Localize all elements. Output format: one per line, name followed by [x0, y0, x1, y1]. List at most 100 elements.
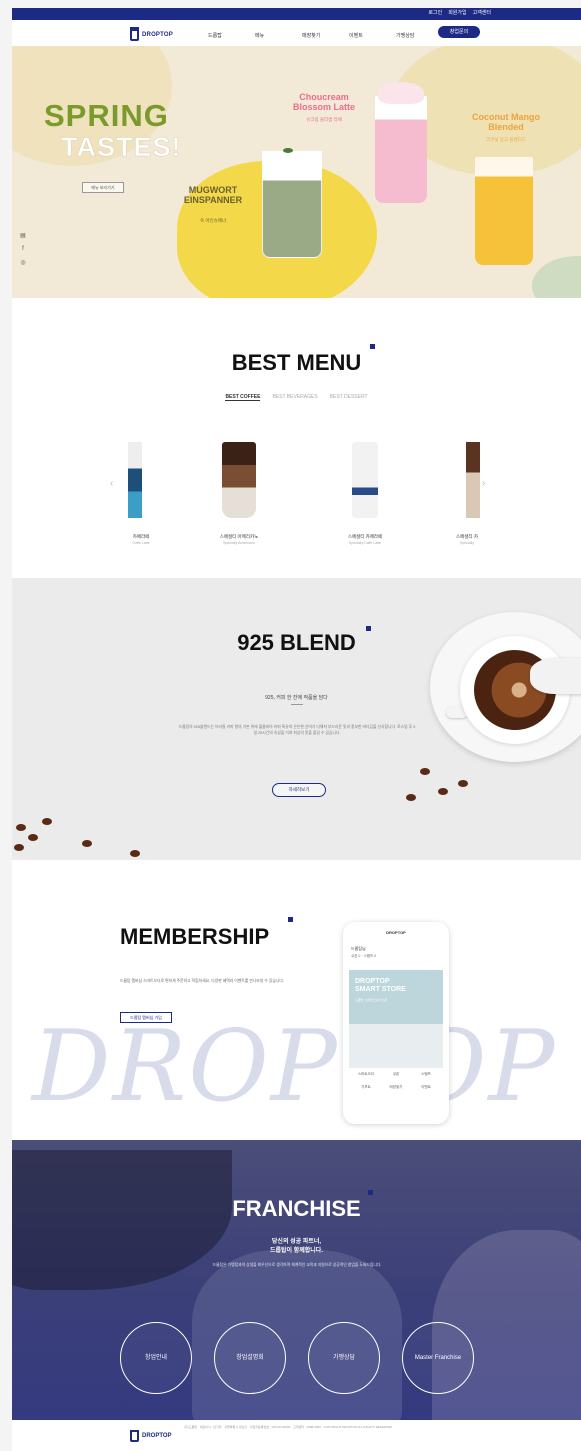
- master-franchise-button[interactable]: Master Franchise: [402, 1322, 474, 1394]
- title-dot: [366, 626, 371, 631]
- membership-description: 드롭탑 멤버십 스마트오더로 편하게 주문하고 적립하세요. 다양한 혜택과 이…: [120, 979, 284, 983]
- coffee-bean: [130, 850, 140, 857]
- title-dot: [288, 917, 293, 922]
- product-name: 스페셜티 카페라떼: [347, 534, 383, 539]
- cup-icon: [130, 27, 139, 41]
- membership-join-button[interactable]: 드롭탑 멤버십 가입: [120, 1012, 172, 1023]
- drink-name-mugwort: MUGWORT EINSPANNER: [183, 185, 243, 205]
- social-links: ▤ f ◎: [20, 232, 26, 266]
- logo[interactable]: DROPTOP: [130, 27, 173, 41]
- product-image: [128, 442, 142, 518]
- app-banner-subtitle: 드롭탑 스마트스토어 오픈: [355, 998, 388, 1002]
- product-card[interactable]: 스페셜티 카 Specialty: [432, 436, 502, 556]
- coffee-bean: [458, 780, 468, 787]
- franchise-subtitle-line1: 당신의 성공 파트너,: [271, 1239, 322, 1245]
- app-header: DROPTOP: [386, 930, 406, 935]
- utility-links: 로그인 회원가입 고객센터: [428, 10, 491, 17]
- coffee-bean: [82, 840, 92, 847]
- franchise-inquiry-button[interactable]: 창업문의: [438, 26, 480, 38]
- site-frame: 로그인 회원가입 고객센터 DROPTOP 드롭탑 메뉴 매장찾기 이벤트 가맹…: [12, 8, 581, 1451]
- drink-name-choucream: Choucream Blossom Latte: [292, 92, 355, 112]
- product-name-en: Specialty: [459, 541, 475, 545]
- app-menu-item: 스마트오더: [357, 1072, 375, 1076]
- nav-item-event[interactable]: 이벤트: [349, 32, 396, 39]
- blend-subtitle: 925, 커피 한 잔에 작품을 담다: [265, 695, 328, 701]
- product-image: [352, 442, 378, 518]
- coffee-bean: [438, 788, 448, 795]
- coffee-bean: [42, 818, 52, 825]
- customer-center-link[interactable]: 고객센터: [473, 10, 491, 17]
- droptop-script-watermark: DROPTOP: [32, 1010, 557, 1124]
- product-image: [466, 442, 480, 518]
- page: 로그인 회원가입 고객센터 DROPTOP 드롭탑 메뉴 매장찾기 이벤트 가맹…: [0, 0, 581, 1451]
- login-link[interactable]: 로그인: [428, 10, 442, 17]
- franchise-links: 창업안내 창업설명회 가맹상담 Master Franchise: [120, 1322, 474, 1394]
- app-banner: DROPTOP SMART STORE 드롭탑 스마트스토어 오픈: [349, 970, 443, 1068]
- utility-bar: 로그인 회원가입 고객센터: [12, 8, 581, 20]
- blend-section: 925 BLEND 925, 커피 한 잔에 작품을 담다 드롭탑의 925블렌…: [12, 578, 581, 860]
- hero-title-tastes: TASTES!: [61, 132, 182, 163]
- footer-logo[interactable]: DROPTOP: [130, 1430, 172, 1442]
- product-image: [222, 442, 256, 518]
- mugwort-drink-image: [262, 150, 322, 258]
- title-dot: [370, 344, 375, 349]
- product-name: 스페셜티 아메리카노: [219, 534, 259, 539]
- franchise-seminar-button[interactable]: 창업설명회: [214, 1322, 286, 1394]
- facebook-icon[interactable]: f: [20, 246, 26, 252]
- product-name-en: Caffe Latte: [132, 541, 150, 545]
- nav-item-store[interactable]: 매장찾기: [302, 32, 349, 39]
- coffee-bean: [420, 768, 430, 775]
- footer: DROPTOP (주)드롭탑 · 대표이사 : 남기천 · 서울특별시 강남구 …: [12, 1420, 581, 1451]
- best-menu-tabs: BEST COFFEE BEST BEVERAGES BEST DESSERT: [12, 394, 581, 401]
- product-name-en: Specialty Americano: [223, 541, 255, 545]
- product-carousel: 카페라떼 Caffe Latte 스페셜티 아메리카노 Specialty Am…: [112, 436, 492, 556]
- coffee-bean: [28, 834, 38, 841]
- signup-link[interactable]: 회원가입: [448, 10, 466, 17]
- product-name: 카페라떼: [132, 534, 150, 539]
- coffee-bean: [406, 794, 416, 801]
- drink-sub-mugwort: 쑥 아인슈페너: [199, 218, 227, 223]
- franchise-subtitle-line2: 드롭탑이 함께합니다.: [269, 1248, 323, 1254]
- blog-icon[interactable]: ▤: [20, 232, 26, 239]
- hero-banner: SPRING TASTES! 메뉴 보러가기 Choucream Blossom…: [12, 46, 581, 298]
- app-user-name: 드롭탑님: [351, 946, 366, 951]
- logo-text: DROPTOP: [142, 32, 173, 38]
- nav-item-franchise[interactable]: 가맹상담: [396, 32, 443, 39]
- blend-title: 925 BLEND: [237, 630, 356, 655]
- product-card[interactable]: 카페라떼 Caffe Latte: [106, 436, 176, 556]
- app-menu-item: 기프트: [361, 1085, 371, 1089]
- milk-pitcher-image: [530, 658, 581, 694]
- footer-logo-text: DROPTOP: [142, 1433, 172, 1439]
- app-banner-title-line2: SMART STORE: [355, 986, 406, 993]
- drink-sub-coconut: 코코넛 망고 블렌디드: [486, 137, 526, 142]
- blend-more-button[interactable]: 자세히보기: [272, 783, 326, 797]
- coffee-bean: [16, 824, 26, 831]
- franchise-subtitle: 당신의 성공 파트너, 드롭탑이 함께합니다.: [12, 1238, 581, 1256]
- app-menu-item: 매장찾기: [389, 1085, 403, 1089]
- footer-company-info: (주)드롭탑 · 대표이사 : 남기천 · 서울특별시 강남구 · 사업자등록번…: [184, 1425, 394, 1429]
- app-menu-item: 이벤트: [421, 1085, 431, 1089]
- app-banner-title-line1: DROPTOP: [355, 978, 390, 985]
- app-user-stats: 쿠폰 0 · 스탬프 0: [351, 954, 377, 958]
- tab-best-dessert[interactable]: BEST DESSERT: [330, 394, 368, 401]
- tab-best-coffee[interactable]: BEST COFFEE: [225, 394, 261, 401]
- product-card[interactable]: 스페셜티 카페라떼 Specialty Caffe Latte: [330, 436, 400, 556]
- leaf-garnish: [283, 148, 293, 153]
- app-banner-title: DROPTOP SMART STORE: [355, 978, 406, 994]
- hero-more-button[interactable]: 메뉴 보러가기: [82, 182, 124, 193]
- franchise-guide-button[interactable]: 창업안내: [120, 1322, 192, 1394]
- product-card[interactable]: 스페셜티 아메리카노 Specialty Americano: [204, 436, 274, 556]
- coffee-bean: [14, 844, 24, 851]
- franchise-consult-button[interactable]: 가맹상담: [308, 1322, 380, 1394]
- nav-item-menu[interactable]: 메뉴: [255, 32, 302, 39]
- best-menu-section: BEST MENU BEST COFFEE BEST BEVERAGES BES…: [12, 298, 581, 578]
- coconut-mango-drink-image: [475, 157, 533, 265]
- tab-best-beverages[interactable]: BEST BEVERAGES: [272, 394, 317, 401]
- franchise-section: FRANCHISE 당신의 성공 파트너, 드롭탑이 함께합니다. 드롭탑은 가…: [12, 1140, 581, 1420]
- hero-title-spring: SPRING: [44, 98, 169, 133]
- app-menu-grid: 스마트오더 쿠폰 스탬프 기프트 매장찾기 이벤트: [351, 1072, 441, 1090]
- drink-name-coconut: Coconut Mango Blended: [472, 112, 540, 132]
- nav-item-droptop[interactable]: 드롭탑: [208, 32, 255, 39]
- instagram-icon[interactable]: ◎: [20, 259, 26, 266]
- title-dot: [368, 1190, 373, 1195]
